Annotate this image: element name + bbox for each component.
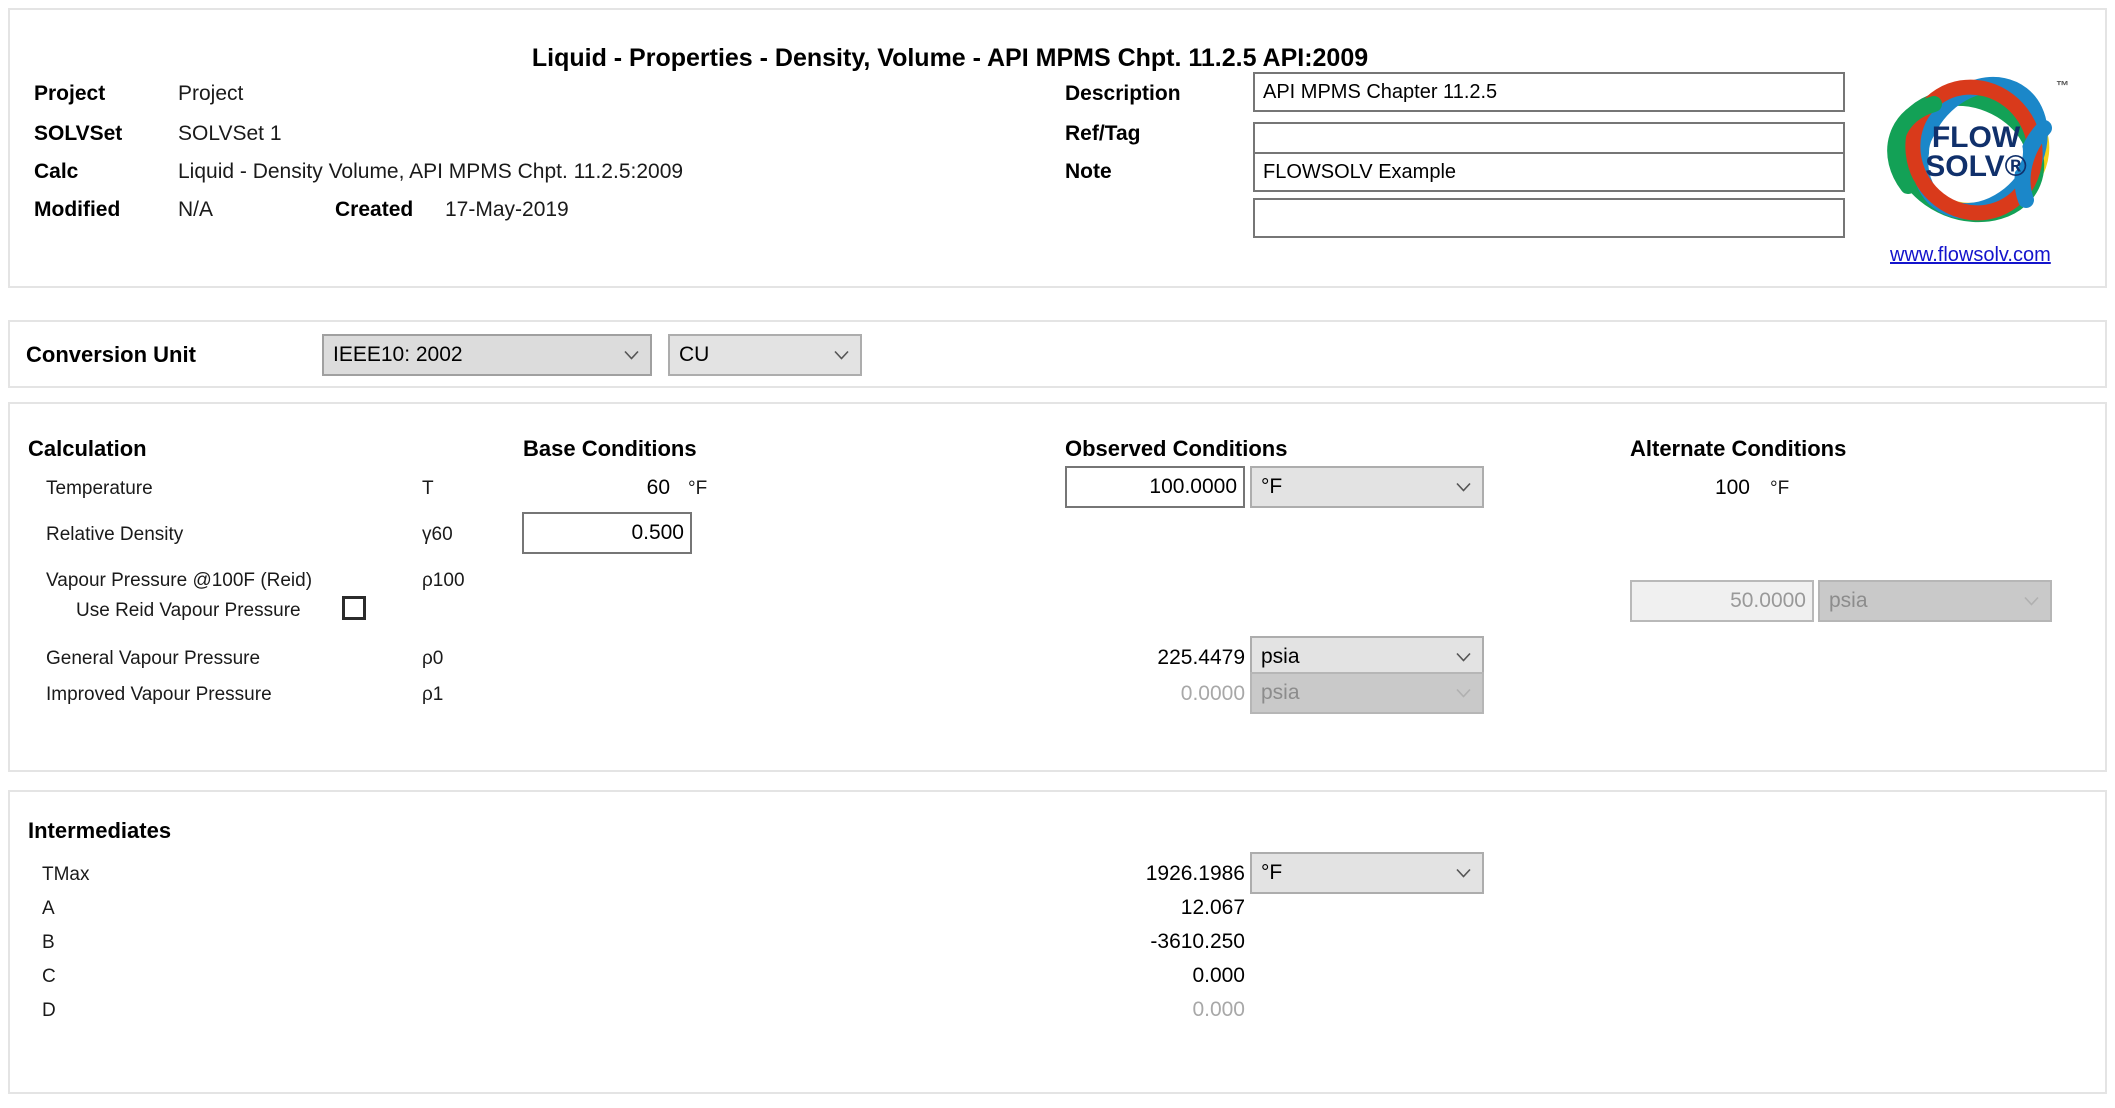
alternate-temperature-value: 100 [1714,476,1750,499]
note-input[interactable] [1253,152,1845,192]
intermediates-panel: Intermediates TMax 1926.1986 °F A 12.067… [8,790,2107,1094]
row-symbol-improved-vapour-pressure: ρ1 [422,684,444,705]
observed-improved-vapour-pressure-value: 0.0000 [1180,682,1245,705]
flowsolv-website-link[interactable]: www.flowsolv.com [1890,244,2051,267]
observed-general-vapour-pressure-unit-value: psia [1261,645,1300,668]
unit-system-value: CU [679,343,710,366]
coefficient-a-value: 12.067 [1180,896,1245,919]
svg-text:SOLV®: SOLV® [1925,150,2027,183]
row-label-reid-vapour-pressure: Vapour Pressure @100F (Reid) [46,570,313,591]
row-label-c: C [42,966,56,987]
created-label: Created [335,198,414,221]
row-symbol-relative-density: γ60 [422,524,453,545]
calculation-panel: Calculation Base Conditions Observed Con… [8,402,2107,772]
alternate-conditions-header: Alternate Conditions [1630,436,1847,461]
conversion-standard-select[interactable]: IEEE10: 2002 [322,334,652,376]
calculation-form-page: Liquid - Properties - Density, Volume - … [0,0,2115,1108]
chevron-down-icon [2024,596,2039,606]
description-label: Description [1065,82,1181,105]
row-symbol-temperature: T [422,478,434,499]
modified-value: N/A [178,198,214,221]
calc-label: Calc [34,160,79,183]
row-label-d: D [42,1000,56,1021]
unit-system-select[interactable]: CU [668,334,862,376]
flowsolv-logo-block: FLOW SOLV® ™ www.flowsolv.com [1870,68,2102,278]
description-input[interactable] [1253,72,1845,112]
use-reid-vapour-pressure-checkbox[interactable] [342,596,366,620]
row-symbol-general-vapour-pressure: ρ0 [422,648,444,669]
row-label-temperature: Temperature [46,478,153,499]
row-label-relative-density: Relative Density [46,524,184,545]
base-temperature-value: 60 [646,476,670,499]
row-label-improved-vapour-pressure: Improved Vapour Pressure [46,684,272,705]
note-secondary-input[interactable] [1253,198,1845,238]
calc-value: Liquid - Density Volume, API MPMS Chpt. … [178,160,684,183]
observed-temperature-input[interactable] [1065,466,1245,508]
calculation-header: Calculation [28,436,147,461]
project-value: Project [178,82,244,105]
row-symbol-reid-vapour-pressure: ρ100 [422,570,465,591]
trademark-symbol: ™ [2056,78,2069,93]
chevron-down-icon [1456,652,1471,662]
tmax-unit-select[interactable]: °F [1250,852,1484,894]
solvset-label: SOLVSet [34,122,123,145]
observed-improved-vapour-pressure-unit-select[interactable]: psia [1250,672,1484,714]
observed-general-vapour-pressure-value: 225.4479 [1157,646,1245,669]
row-label-general-vapour-pressure: General Vapour Pressure [46,648,261,669]
row-label-b: B [42,932,55,953]
note-label: Note [1065,160,1112,183]
created-value: 17-May-2019 [445,198,569,221]
chevron-down-icon [834,350,849,360]
intermediates-title: Intermediates [28,818,172,843]
alternate-reid-vapour-pressure-input[interactable] [1630,580,1814,622]
project-label: Project [34,82,106,105]
page-title: Liquid - Properties - Density, Volume - … [531,44,1369,72]
conversion-unit-label: Conversion Unit [26,342,196,367]
conversion-unit-panel: Conversion Unit IEEE10: 2002 CU [8,320,2107,388]
row-label-a: A [42,898,55,919]
ref-tag-label: Ref/Tag [1065,122,1141,145]
alternate-reid-vapour-pressure-unit-select[interactable]: psia [1818,580,2052,622]
observed-temperature-unit-value: °F [1261,475,1283,498]
chevron-down-icon [1456,482,1471,492]
coefficient-b-value: -3610.250 [1150,930,1245,953]
observed-improved-vapour-pressure-unit-value: psia [1261,681,1300,704]
base-conditions-header: Base Conditions [523,436,697,461]
tmax-value: 1926.1986 [1145,862,1245,885]
chevron-down-icon [1456,688,1471,698]
tmax-unit-value: °F [1261,861,1283,884]
alternate-reid-vapour-pressure-unit-value: psia [1829,589,1868,612]
solvset-value: SOLVSet 1 [178,122,282,145]
modified-label: Modified [34,198,121,221]
flowsolv-logo-icon: FLOW SOLV® [1887,76,2052,223]
observed-temperature-unit-select[interactable]: °F [1250,466,1484,508]
chevron-down-icon [624,350,639,360]
coefficient-d-value: 0.000 [1192,998,1245,1021]
coefficient-c-value: 0.000 [1192,964,1245,987]
header-panel: Liquid - Properties - Density, Volume - … [8,8,2107,288]
observed-conditions-header: Observed Conditions [1065,436,1288,461]
base-relative-density-input[interactable] [522,512,692,554]
base-temperature-unit: °F [688,478,708,499]
alternate-temperature-unit: °F [1770,478,1790,499]
conversion-standard-value: IEEE10: 2002 [333,343,463,366]
chevron-down-icon [1456,868,1471,878]
row-label-use-reid-vapour-pressure: Use Reid Vapour Pressure [76,600,301,621]
row-label-tmax: TMax [42,864,90,885]
